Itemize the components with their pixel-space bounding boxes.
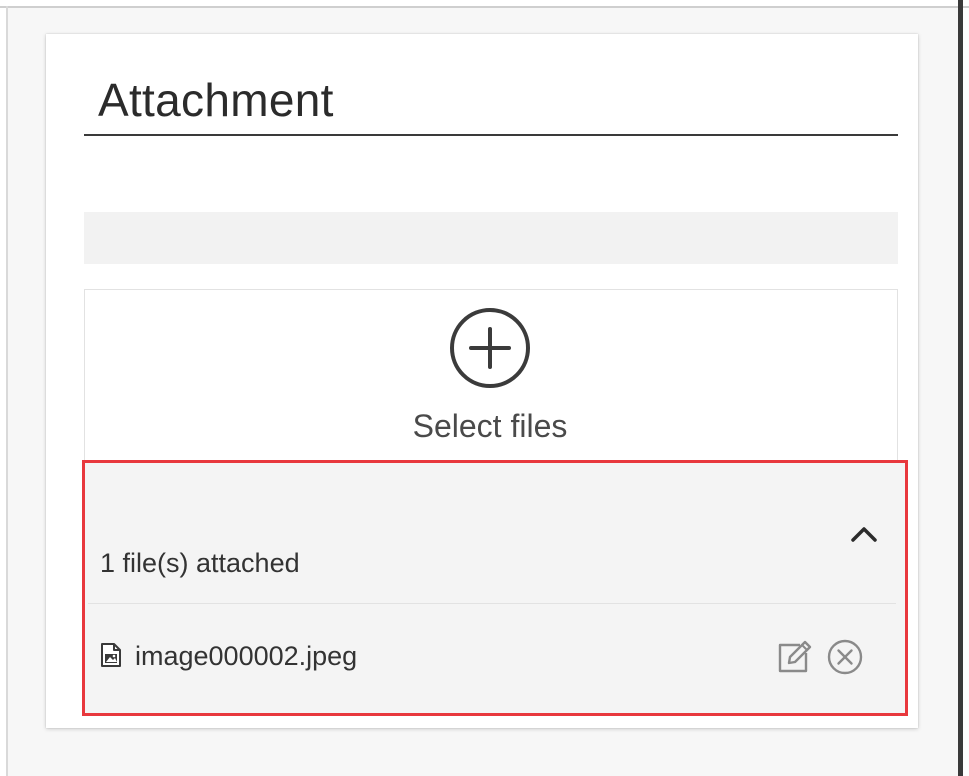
attached-files-panel (82, 460, 908, 716)
remove-icon[interactable] (826, 638, 864, 676)
attachment-description-field[interactable] (84, 212, 898, 264)
select-files-button[interactable]: Select files (360, 404, 620, 448)
window-edge (958, 0, 963, 776)
attached-count-label: 1 file(s) attached (100, 548, 300, 578)
chevron-up-icon[interactable] (848, 522, 880, 548)
title-underline (84, 134, 898, 136)
file-name[interactable]: image000002.jpeg (135, 638, 357, 674)
edit-icon[interactable] (774, 637, 814, 675)
section-title: Attachment (98, 74, 334, 126)
list-divider (88, 603, 896, 604)
plus-circle-icon[interactable] (449, 307, 531, 389)
image-file-icon (101, 643, 121, 667)
